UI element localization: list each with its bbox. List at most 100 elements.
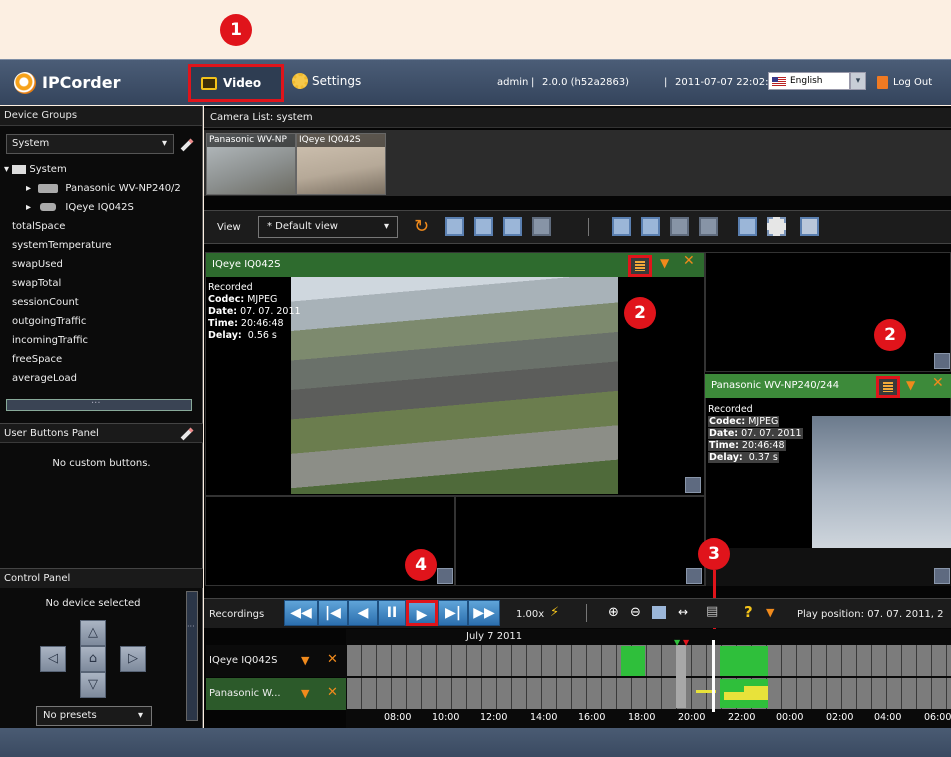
tree-item[interactable]: freeSpace: [12, 350, 62, 369]
nav-settings-label: Settings: [312, 74, 362, 88]
add-cell-icon[interactable]: [641, 217, 660, 236]
hour-label: 08:00: [384, 712, 412, 723]
presets-select[interactable]: No presets ▾: [36, 706, 152, 726]
tree-node-system[interactable]: ▾ System: [4, 160, 67, 179]
ptz-right-button[interactable]: ▷: [120, 646, 146, 672]
zoom-out-icon[interactable]: ⊖: [630, 605, 641, 620]
recording-segment-motion[interactable]: [744, 686, 768, 700]
resize-handle[interactable]: [685, 477, 701, 493]
device-group-select[interactable]: System ▾: [6, 134, 174, 154]
chevron-down-icon[interactable]: ▾: [850, 72, 866, 90]
tree-node-iqeye[interactable]: ▸ IQeye IQ042S: [26, 198, 134, 217]
timeline-track[interactable]: [347, 645, 951, 676]
hour-label: 00:00: [776, 712, 804, 723]
device-group-value: System: [12, 138, 50, 149]
language-select[interactable]: English: [768, 72, 850, 90]
time-label: Time:: [208, 318, 238, 329]
timeline-track[interactable]: [347, 678, 951, 709]
ptz-left-button[interactable]: ◁: [40, 646, 66, 672]
ptz-down-button[interactable]: ▽: [80, 672, 106, 698]
tree-item[interactable]: outgoingTraffic: [12, 312, 86, 331]
close-icon[interactable]: ✕: [327, 652, 338, 667]
tree-item[interactable]: totalSpace: [12, 217, 65, 236]
chevron-down-icon[interactable]: ▼: [301, 654, 309, 667]
recording-segment-motion[interactable]: [724, 692, 744, 700]
selection-range: [676, 645, 686, 708]
next-frame-button[interactable]: ▶|: [438, 600, 468, 626]
rename-view-icon[interactable]: [474, 217, 493, 236]
timeline-row-label: Panasonic W...: [206, 678, 346, 710]
tree-item[interactable]: swapTotal: [12, 274, 61, 293]
view-label: View: [217, 222, 241, 233]
pane-menu-chevron-icon[interactable]: ▼: [660, 256, 669, 270]
tree-item[interactable]: averageLoad: [12, 369, 77, 388]
header-separator: |: [664, 77, 668, 88]
logout-button[interactable]: Log Out: [877, 76, 932, 89]
chevron-down-icon[interactable]: ▼: [766, 606, 774, 619]
nav-settings-button[interactable]: Settings: [292, 73, 361, 89]
callout-badge-1: 1: [220, 14, 252, 46]
pane-title: Panasonic WV-NP240/244: [711, 380, 840, 391]
forward-fast-button[interactable]: ▶▶: [468, 600, 500, 626]
refresh-icon[interactable]: ↻: [414, 217, 433, 236]
clear-cell-icon[interactable]: [699, 217, 718, 236]
recording-segment[interactable]: [720, 646, 768, 676]
close-icon[interactable]: ✕: [327, 685, 338, 700]
chevron-down-icon[interactable]: ▼: [301, 687, 309, 700]
timeline-grid-icon[interactable]: [652, 606, 666, 619]
scroll-grip: ···: [187, 622, 195, 631]
empty-video-pane[interactable]: [705, 252, 951, 372]
remove-cell-icon[interactable]: [670, 217, 689, 236]
zoom-in-icon[interactable]: ⊕: [608, 605, 619, 620]
resize-handle[interactable]: [934, 568, 950, 584]
playhead-marker[interactable]: [712, 640, 715, 712]
language-value: English: [790, 76, 823, 86]
resize-handle[interactable]: [686, 568, 702, 584]
recording-film-icon[interactable]: [628, 255, 652, 277]
move-top-icon[interactable]: [738, 217, 757, 236]
view-select[interactable]: * Default view ▾: [258, 216, 398, 238]
range-end-marker[interactable]: ▼: [683, 638, 689, 647]
pane-menu-chevron-icon[interactable]: ▼: [906, 378, 915, 392]
close-icon[interactable]: ✕: [932, 375, 944, 391]
tree-node-panasonic[interactable]: ▸ Panasonic WV-NP240/2: [26, 179, 202, 198]
rewind-fast-button[interactable]: ◀◀: [284, 600, 318, 626]
grid-layout-icon[interactable]: [612, 217, 631, 236]
user-buttons-title: User Buttons Panel: [4, 428, 99, 439]
nav-video-button[interactable]: Video: [188, 64, 284, 102]
app-name: IPCorder: [42, 73, 121, 92]
add-view-icon[interactable]: [445, 217, 464, 236]
camera-thumbnail[interactable]: Panasonic WV-NP: [206, 133, 296, 195]
help-icon[interactable]: ?: [744, 603, 753, 621]
save-view-icon[interactable]: [503, 217, 522, 236]
pause-button[interactable]: II: [378, 600, 406, 626]
delete-view-icon[interactable]: [532, 217, 551, 236]
window-icon[interactable]: [800, 217, 819, 236]
recording-film-icon[interactable]: [876, 376, 900, 398]
codec-label: Codec:: [208, 294, 245, 305]
export-icon[interactable]: ▤: [706, 604, 718, 619]
camera-icon: [38, 183, 59, 193]
camera-thumbnail[interactable]: IQeye IQ042S: [296, 133, 386, 195]
play-button[interactable]: ▶: [406, 600, 438, 626]
speed-runner-icon[interactable]: ⚡: [550, 605, 559, 620]
close-icon[interactable]: ✕: [683, 253, 695, 269]
step-back-button[interactable]: ◀: [348, 600, 378, 626]
tree-item[interactable]: sessionCount: [12, 293, 79, 312]
prev-frame-button[interactable]: |◀: [318, 600, 348, 626]
tree-horizontal-scrollbar[interactable]: ···: [6, 398, 192, 411]
recording-segment[interactable]: [621, 646, 645, 676]
tree-item[interactable]: swapUsed: [12, 255, 63, 274]
fullscreen-icon[interactable]: [767, 217, 786, 236]
ptz-up-button[interactable]: △: [80, 620, 106, 646]
ptz-home-button[interactable]: ⌂: [80, 646, 106, 672]
control-panel-scrollbar[interactable]: ···: [186, 591, 198, 721]
resize-handle[interactable]: [934, 353, 950, 369]
range-start-marker[interactable]: ▼: [674, 638, 680, 647]
datetime-text: 2011-07-07 22:02:13: [675, 77, 782, 88]
tree-item[interactable]: incomingTraffic: [12, 331, 88, 350]
empty-video-pane[interactable]: [455, 496, 705, 586]
tree-item[interactable]: systemTemperature: [12, 236, 112, 255]
resize-handle[interactable]: [437, 568, 453, 584]
timeline-fit-icon[interactable]: ↔: [678, 605, 688, 619]
